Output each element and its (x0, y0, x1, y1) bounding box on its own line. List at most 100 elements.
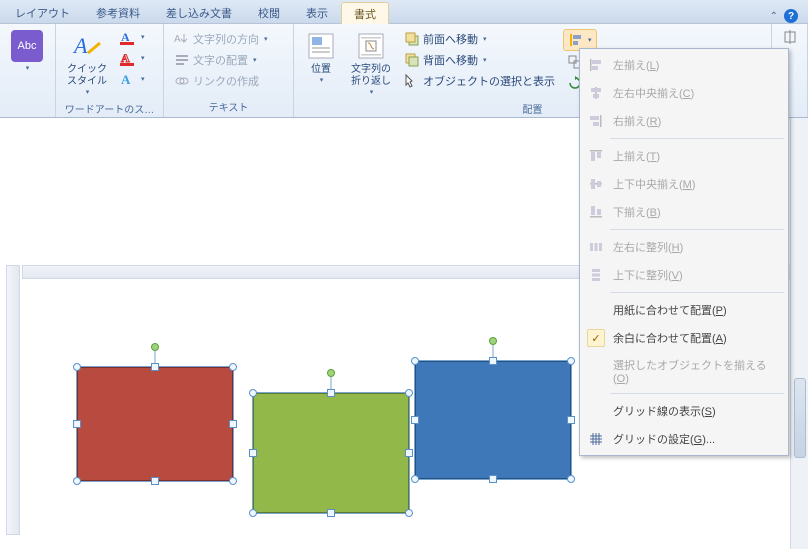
vertical-scrollbar[interactable] (790, 118, 808, 549)
resize-handle[interactable] (151, 477, 159, 485)
link-icon (174, 73, 190, 89)
menu-align-middle-v[interactable]: 上下中央揃え(M) (582, 170, 786, 198)
resize-handle[interactable] (567, 357, 575, 365)
resize-handle[interactable] (411, 416, 419, 424)
rotation-handle[interactable] (489, 337, 497, 345)
wrap-text-icon (355, 30, 387, 62)
resize-handle[interactable] (327, 389, 335, 397)
resize-handle[interactable] (405, 449, 413, 457)
tab-format[interactable]: 書式 (341, 2, 389, 24)
resize-handle[interactable] (489, 357, 497, 365)
resize-handle[interactable] (327, 509, 335, 517)
grid-icon (587, 430, 605, 448)
text-direction-icon: A (174, 31, 190, 47)
resize-handle[interactable] (73, 477, 81, 485)
scrollbar-thumb[interactable] (794, 378, 806, 458)
help-icon[interactable]: ? (784, 9, 798, 23)
resize-handle[interactable] (249, 509, 257, 517)
text-outline-button[interactable]: A▾ (116, 48, 149, 68)
tab-layout[interactable]: レイアウト (2, 1, 83, 23)
abc-shape-icon: Abc (11, 30, 43, 62)
text-fill-button[interactable]: A▾ (116, 27, 149, 47)
text-outline-icon: A (120, 50, 136, 66)
align-left-icon (587, 56, 605, 74)
menu-align-top[interactable]: 上揃え(T) (582, 142, 786, 170)
wrap-text-button[interactable]: 文字列の 折り返し ▾ (346, 27, 396, 99)
tab-view[interactable]: 表示 (293, 1, 341, 23)
menu-align-to-margin[interactable]: ✓ 余白に合わせて配置(A) (582, 324, 786, 352)
resize-handle[interactable] (73, 420, 81, 428)
size-height-icon (782, 29, 798, 45)
bring-forward-button[interactable]: 前面へ移動▾ (400, 29, 559, 49)
tab-references[interactable]: 参考資料 (83, 1, 153, 23)
resize-handle[interactable] (405, 389, 413, 397)
menu-align-center-h[interactable]: 左右中央揃え(C) (582, 79, 786, 107)
selection-pane-button[interactable]: オブジェクトの選択と表示 (400, 71, 559, 91)
resize-handle[interactable] (411, 475, 419, 483)
menu-separator (610, 229, 784, 230)
size-input-stub[interactable] (778, 27, 802, 47)
resize-handle[interactable] (229, 363, 237, 371)
align-dropdown-menu: 左揃え(L) 左右中央揃え(C) 右揃え(R) 上揃え(T) 上下中央揃え(M)… (579, 48, 789, 456)
menu-separator (610, 292, 784, 293)
bring-forward-icon (404, 31, 420, 47)
selection-pane-icon (404, 73, 420, 89)
menu-align-right[interactable]: 右揃え(R) (582, 107, 786, 135)
shape-rect-red[interactable] (76, 366, 234, 482)
text-direction-button[interactable]: A 文字列の方向▾ (170, 29, 272, 49)
quick-styles-icon: A (71, 30, 103, 62)
svg-text:A: A (121, 30, 130, 44)
create-link-button[interactable]: リンクの作成 (170, 71, 272, 91)
resize-handle[interactable] (249, 389, 257, 397)
text-effects-icon: A (120, 71, 136, 87)
ribbon-tabs: レイアウト 参考資料 差し込み文書 校閲 表示 書式 ⌃ ? (0, 0, 808, 24)
resize-handle[interactable] (567, 475, 575, 483)
menu-align-left[interactable]: 左揃え(L) (582, 51, 786, 79)
menu-grid-settings[interactable]: グリッドの設定(G)... (582, 425, 786, 453)
menu-view-gridlines[interactable]: グリッド線の表示(S) (582, 397, 786, 425)
svg-text:A: A (121, 72, 131, 87)
tab-mailings[interactable]: 差し込み文書 (153, 1, 245, 23)
rotation-handle[interactable] (327, 369, 335, 377)
resize-handle[interactable] (229, 420, 237, 428)
group-label-shape-styles (6, 101, 49, 117)
menu-distribute-v[interactable]: 上下に整列(V) (582, 261, 786, 289)
svg-text:A: A (72, 33, 88, 58)
position-button[interactable]: 位置 ▾ (300, 27, 342, 87)
resize-handle[interactable] (73, 363, 81, 371)
vertical-ruler[interactable] (6, 265, 20, 535)
ribbon-minimize-caret[interactable]: ⌃ (770, 11, 778, 22)
distribute-h-icon (587, 238, 605, 256)
menu-align-to-page[interactable]: 用紙に合わせて配置(P) (582, 296, 786, 324)
text-effects-button[interactable]: A▾ (116, 69, 149, 89)
resize-handle[interactable] (151, 363, 159, 371)
dropdown-caret-icon: ▾ (370, 88, 374, 96)
rotation-handle[interactable] (151, 343, 159, 351)
dropdown-caret-icon: ▾ (86, 88, 90, 96)
tab-review[interactable]: 校閲 (245, 1, 293, 23)
text-fill-icon: A (120, 29, 136, 45)
resize-handle[interactable] (411, 357, 419, 365)
menu-separator (610, 138, 784, 139)
shape-rect-green[interactable] (252, 392, 410, 514)
send-backward-button[interactable]: 背面へ移動▾ (400, 50, 559, 70)
resize-handle[interactable] (567, 416, 575, 424)
resize-handle[interactable] (489, 475, 497, 483)
shape-rect-blue[interactable] (414, 360, 572, 480)
dropdown-caret-icon: ▾ (26, 64, 30, 72)
align-center-h-icon (587, 84, 605, 102)
shape-style-thumb[interactable]: Abc ▾ (6, 27, 48, 75)
menu-align-selected[interactable]: 選択したオブジェクトを揃える(O) (582, 352, 786, 390)
group-text: A 文字列の方向▾ 文字の配置▾ リンクの作成 テキスト (164, 24, 294, 117)
resize-handle[interactable] (405, 509, 413, 517)
text-align-button[interactable]: 文字の配置▾ (170, 50, 272, 70)
resize-handle[interactable] (249, 449, 257, 457)
menu-distribute-h[interactable]: 左右に整列(H) (582, 233, 786, 261)
align-icon (568, 32, 584, 48)
resize-handle[interactable] (229, 477, 237, 485)
align-top-icon (587, 147, 605, 165)
dropdown-caret-icon: ▾ (320, 76, 324, 84)
align-bottom-icon (587, 203, 605, 221)
menu-align-bottom[interactable]: 下揃え(B) (582, 198, 786, 226)
quick-styles-button[interactable]: A クイック スタイル ▾ (62, 27, 112, 99)
